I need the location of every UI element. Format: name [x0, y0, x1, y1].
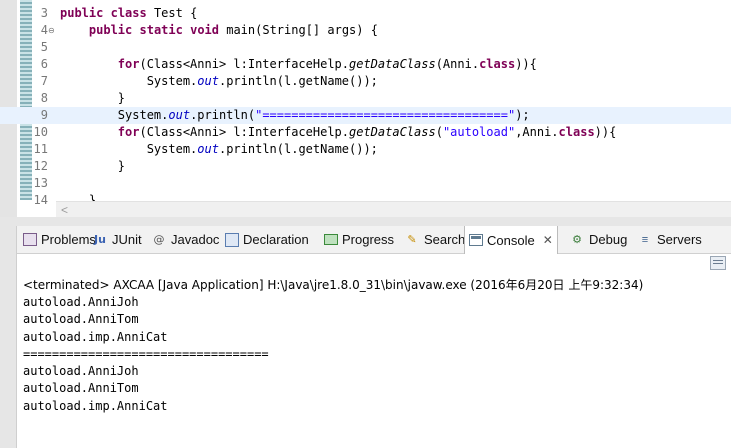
console-output-line: autoload.AnniTom: [23, 381, 139, 396]
tab-label: Servers: [657, 232, 702, 247]
line-number: 10: [33, 125, 48, 139]
code-text: System.out.println("====================…: [60, 108, 530, 122]
sash-divider[interactable]: [0, 217, 731, 226]
fold-collapse-icon[interactable]: ⊖: [48, 26, 55, 35]
tab-search[interactable]: ✎ Search: [404, 226, 465, 253]
console-output-line: autoload.imp.AnniCat: [23, 398, 168, 413]
line-number: 9: [40, 108, 48, 122]
problems-icon: [23, 233, 37, 246]
code-text: System.out.println(l.getName());: [60, 74, 378, 88]
console-process-header: <terminated> AXCAA [Java Application] H:…: [23, 278, 644, 292]
tab-label: Javadoc: [171, 232, 220, 247]
java-editor[interactable]: 3 public class Test { 4 ⊖ public static voi…: [0, 0, 731, 217]
code-line-9[interactable]: 9 System.out.println("==================…: [0, 107, 731, 124]
progress-icon: [324, 234, 338, 245]
console-icon: [469, 234, 483, 246]
tab-label: Progress: [342, 232, 395, 247]
code-text: }: [60, 159, 126, 173]
line-number: 12: [33, 159, 48, 173]
line-number: 11: [33, 142, 48, 156]
code-line-8[interactable]: 8 }: [0, 90, 731, 107]
code-text: for(Class<Anni> l:InterfaceHelp.getDataC…: [117, 57, 537, 71]
code-line-5[interactable]: 5: [0, 39, 731, 56]
console-output[interactable]: autoload.AnniJoh autoload.AnniTom autoload…: [23, 294, 269, 415]
view-tab-bar: Problems Ju JUnit @ Javadoc Declaration Progre…: [17, 226, 731, 254]
tab-declaration[interactable]: Declaration: [225, 226, 309, 253]
line-number: 5: [40, 40, 48, 54]
servers-icon: ≡: [641, 233, 649, 246]
console-output-line: autoload.AnniJoh: [23, 364, 139, 379]
tab-servers[interactable]: ≡ Servers: [637, 226, 702, 253]
junit-icon: Ju: [94, 232, 106, 246]
line-number: 3: [40, 6, 48, 20]
tab-label: Problems: [41, 232, 96, 247]
code-line-7[interactable]: 7 System.out.println(l.getName());: [0, 73, 731, 90]
declaration-icon: [225, 232, 239, 247]
code-text: public static void main(String[] args) {: [88, 23, 378, 37]
javadoc-icon: @: [153, 232, 165, 246]
line-number: 4: [40, 23, 48, 37]
console-output-line: autoload.AnniTom: [23, 312, 139, 327]
code-line-11[interactable]: 11 System.out.println(l.getName());: [0, 141, 731, 158]
code-line-4[interactable]: 4 ⊖ public static void main(String[] args…: [0, 22, 731, 39]
panel-left-margin: [0, 226, 16, 448]
code-text: }: [60, 91, 126, 105]
tab-junit[interactable]: Ju JUnit: [92, 226, 142, 253]
search-icon: ✎: [407, 233, 417, 246]
tab-label: Console: [487, 232, 535, 248]
tab-javadoc[interactable]: @ Javadoc: [151, 226, 220, 253]
tab-debug[interactable]: ⚙ Debug: [569, 226, 627, 253]
console-output-line: autoload.AnniJoh: [23, 295, 139, 309]
line-number: 7: [40, 74, 48, 88]
tab-label: JUnit: [112, 232, 142, 247]
tab-label: Search: [424, 232, 466, 247]
console-output-line: ==================================: [23, 346, 269, 361]
line-number: 13: [33, 176, 48, 190]
line-number: 6: [40, 57, 48, 71]
code-text: System.out.println(l.getName());: [60, 142, 378, 156]
console-view-menu-icon[interactable]: [710, 256, 726, 270]
code-text: for(Class<Anni> l:InterfaceHelp.getDataC…: [117, 125, 617, 139]
horizontal-scrollbar[interactable]: <: [56, 201, 731, 217]
tab-label: Declaration: [243, 232, 309, 247]
tab-progress[interactable]: Progress: [324, 226, 394, 253]
close-icon[interactable]: ✕: [543, 233, 553, 247]
line-number: 8: [40, 91, 48, 105]
debug-icon: ⚙: [572, 233, 582, 246]
views-panel: Problems Ju JUnit @ Javadoc Declaration Progre…: [16, 226, 731, 448]
code-line-12[interactable]: 12 }: [0, 158, 731, 175]
code-line-13[interactable]: 13: [0, 175, 731, 192]
line-number: 14: [33, 193, 48, 207]
code-line-6[interactable]: 6 for(Class<Anni> l:InterfaceHelp.getDat…: [0, 56, 731, 73]
code-text: public class Test {: [60, 6, 198, 20]
console-output-line: autoload.imp.AnniCat: [23, 329, 168, 344]
code-line-10[interactable]: 10 for(Class<Anni> l:InterfaceHelp.getDa…: [0, 124, 731, 141]
tab-problems[interactable]: Problems: [23, 226, 96, 253]
tab-console[interactable]: Console ✕: [464, 226, 558, 254]
tab-label: Debug: [589, 232, 628, 247]
scroll-left-icon[interactable]: <: [61, 202, 68, 217]
code-line-3[interactable]: 3 public class Test {: [0, 5, 731, 22]
